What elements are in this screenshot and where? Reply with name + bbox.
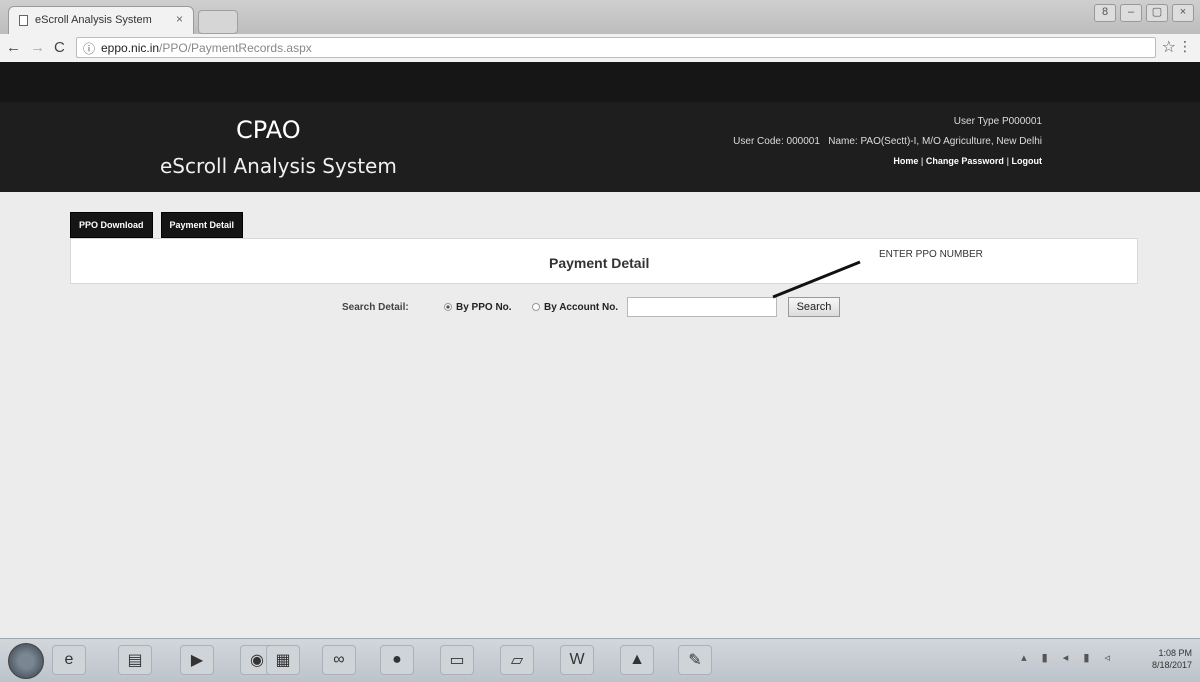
- radio-by-account[interactable]: [532, 303, 540, 311]
- media-icon[interactable]: ▶: [180, 645, 214, 675]
- document-icon: [19, 15, 28, 26]
- new-tab-button[interactable]: [198, 10, 238, 34]
- url-path: /PPO/PaymentRecords.aspx: [159, 41, 312, 55]
- radio-by-ppo[interactable]: [444, 303, 452, 311]
- start-button[interactable]: [8, 643, 44, 679]
- user-name: Name: PAO(Sectt)-I, M/O Agriculture, New…: [828, 136, 1042, 147]
- url-input[interactable]: ⓘ eppo.nic.in/PPO/PaymentRecords.aspx: [76, 37, 1156, 58]
- link-separator: |: [1006, 156, 1009, 166]
- back-arrow-icon[interactable]: ←: [6, 39, 21, 56]
- ie-icon[interactable]: e: [52, 645, 86, 675]
- browser-menu-icon[interactable]: ⋮: [1178, 38, 1192, 55]
- minimize-icon[interactable]: –: [1120, 4, 1142, 22]
- user-info: User Code: 000001 Name: PAO(Sectt)-I, M/…: [733, 136, 1042, 147]
- browser-tabbar: eScroll Analysis System × 8 – ▢ ×: [0, 0, 1200, 34]
- ppo-number-input[interactable]: [627, 297, 777, 317]
- search-detail-label: Search Detail:: [342, 302, 409, 313]
- search-button[interactable]: Search: [788, 297, 840, 317]
- close-window-icon[interactable]: ×: [1172, 4, 1194, 22]
- site-title: CPAO: [236, 116, 301, 144]
- windows-taskbar: e ▤ ▶ ◉ ▦ ∞ ● ▭ ▱ W ▲ ✎ ▴ ▮ ◂ ▮ ◃ 1:08 P…: [0, 638, 1200, 682]
- folder-icon[interactable]: ▤: [118, 645, 152, 675]
- maximize-icon[interactable]: ▢: [1146, 4, 1168, 22]
- payment-detail-panel: Payment Detail ENTER PPO NUMBER: [70, 238, 1138, 284]
- pdf-icon[interactable]: ▲: [620, 645, 654, 675]
- page: CPAO eScroll Analysis System User Type P…: [0, 62, 1200, 638]
- header-links: Home | Change Password | Logout: [893, 156, 1042, 166]
- user-code: User Code: 000001: [733, 136, 820, 147]
- word-icon[interactable]: W: [560, 645, 594, 675]
- radio-by-account-label[interactable]: By Account No.: [544, 302, 618, 313]
- network-icon[interactable]: ▦: [266, 645, 300, 675]
- site-subtitle: eScroll Analysis System: [160, 154, 397, 178]
- notepad-icon[interactable]: ▱: [500, 645, 534, 675]
- tray-icons[interactable]: ▴ ▮ ◂ ▮ ◃: [1021, 651, 1116, 664]
- browser-address-bar: ← → C ⓘ eppo.nic.in/PPO/PaymentRecords.a…: [0, 34, 1200, 63]
- menu-payment-detail[interactable]: Payment Detail: [160, 212, 244, 238]
- window-controls: 8 – ▢ ×: [1094, 4, 1194, 22]
- paint-icon[interactable]: ✎: [678, 645, 712, 675]
- forward-arrow-icon[interactable]: →: [30, 39, 45, 56]
- top-strip: [0, 62, 1200, 102]
- link-separator: |: [920, 156, 924, 166]
- link-icon[interactable]: ∞: [322, 645, 356, 675]
- panel-title: Payment Detail: [549, 255, 650, 271]
- reload-icon[interactable]: C: [54, 39, 65, 56]
- clock-date: 8/18/2017: [1151, 660, 1192, 670]
- user-type: User Type P000001: [953, 116, 1042, 127]
- bookmark-star-icon[interactable]: ☆: [1162, 37, 1176, 57]
- tab-title: eScroll Analysis System: [35, 14, 152, 26]
- radio-by-ppo-label[interactable]: By PPO No.: [456, 302, 512, 313]
- home-link[interactable]: Home: [893, 156, 918, 166]
- main-menu: PPO Download Payment Detail: [70, 212, 244, 238]
- menu-ppo-download[interactable]: PPO Download: [70, 212, 153, 238]
- logout-link[interactable]: Logout: [1012, 156, 1043, 166]
- user-profile-icon[interactable]: 8: [1094, 4, 1116, 22]
- system-clock[interactable]: 1:08 PM 8/18/2017: [1152, 647, 1192, 671]
- clock-time: 1:08 PM: [1158, 648, 1192, 658]
- explorer-icon[interactable]: ▭: [440, 645, 474, 675]
- info-icon[interactable]: ⓘ: [83, 40, 95, 57]
- annotation-text: ENTER PPO NUMBER: [879, 249, 983, 260]
- url-text: eppo.nic.in/PPO/PaymentRecords.aspx: [101, 41, 312, 55]
- browser-tab[interactable]: eScroll Analysis System ×: [8, 6, 194, 34]
- app-icon[interactable]: ●: [380, 645, 414, 675]
- change-password-link[interactable]: Change Password: [926, 156, 1004, 166]
- site-header: CPAO eScroll Analysis System User Type P…: [0, 102, 1200, 192]
- tab-close-icon[interactable]: ×: [176, 12, 183, 26]
- url-domain: eppo.nic.in: [101, 41, 160, 55]
